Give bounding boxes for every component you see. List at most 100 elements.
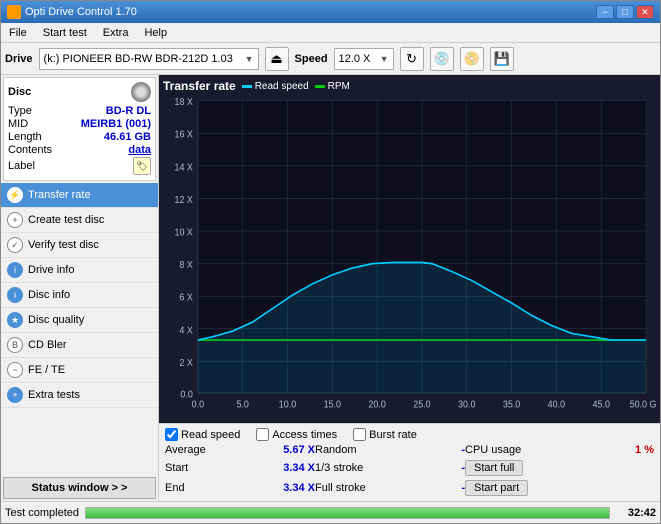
stat-average: Average 5.67 X [165,443,315,457]
read-speed-checkbox-label[interactable]: Read speed [165,428,240,441]
burst-rate-checkbox[interactable] [353,428,366,441]
access-times-checkbox[interactable] [256,428,269,441]
disc-button2[interactable]: 📀 [460,47,484,71]
nav-extra-tests[interactable]: + Extra tests [1,383,158,408]
access-times-checkbox-label[interactable]: Access times [256,428,337,441]
status-message: Test completed [5,507,79,519]
nav-disc-info[interactable]: i Disc info [1,283,158,308]
disc-button1[interactable]: 💿 [430,47,454,71]
svg-text:2 X: 2 X [179,357,193,369]
title-bar: Opti Drive Control 1.70 − □ ✕ [1,1,660,23]
stat-row-2: Start 3.34 X 1/3 stroke - Start full [165,459,654,477]
svg-text:45.0: 45.0 [593,399,610,411]
verify-test-disc-icon: ✓ [7,237,23,253]
average-value: 5.67 X [280,444,315,456]
stat-start: Start 3.34 X [165,459,315,477]
nav-verify-test-disc[interactable]: ✓ Verify test disc [1,233,158,258]
contents-label: Contents [8,144,52,156]
nav-transfer-rate[interactable]: ⚡ Transfer rate [1,183,158,208]
end-label: End [165,482,185,494]
svg-text:0.0: 0.0 [192,399,204,411]
status-window-button[interactable]: Status window > > [3,477,156,499]
nav-cd-bler[interactable]: B CD Bler [1,333,158,358]
minimize-button[interactable]: − [596,5,614,19]
svg-text:35.0: 35.0 [503,399,520,411]
nav-drive-info[interactable]: i Drive info [1,258,158,283]
svg-text:12 X: 12 X [174,194,193,206]
app-window: Opti Drive Control 1.70 − □ ✕ File Start… [0,0,661,524]
disc-section-title: Disc [8,86,31,98]
menu-file[interactable]: File [5,26,31,40]
app-title: Opti Drive Control 1.70 [25,6,137,18]
menu-bar: File Start test Extra Help [1,23,660,43]
app-icon [7,5,21,19]
burst-rate-checkbox-text: Burst rate [369,429,417,441]
nav-create-test-disc[interactable]: + Create test disc [1,208,158,233]
status-time: 32:42 [616,507,656,519]
svg-text:50.0 GB: 50.0 GB [630,399,656,411]
nav-disc-info-label: Disc info [28,289,70,301]
legend-read-speed: Read speed [242,81,309,92]
save-button[interactable]: 💾 [490,47,514,71]
nav-extra-tests-label: Extra tests [28,389,80,401]
close-button[interactable]: ✕ [636,5,654,19]
burst-rate-checkbox-label[interactable]: Burst rate [353,428,417,441]
stat-row-1: Average 5.67 X Random - CPU usage 1 % [165,443,654,457]
label-icon-button[interactable]: 🏷 [133,157,151,175]
svg-text:10.0: 10.0 [279,399,296,411]
start-full-button[interactable]: Start full [465,460,523,476]
stat-1-3-stroke: 1/3 stroke - [315,459,465,477]
drive-select[interactable]: (k:) PIONEER BD-RW BDR-212D 1.03 ▼ [39,48,259,70]
cpu-usage-value: 1 % [619,444,654,456]
stat-start-full-row: Start full [465,459,654,477]
body-area: Disc Type BD-R DL MID MEIRB1 (001) Lengt… [1,75,660,501]
svg-text:40.0: 40.0 [548,399,565,411]
toolbar: Drive (k:) PIONEER BD-RW BDR-212D 1.03 ▼… [1,43,660,75]
nav-fe-te[interactable]: ~ FE / TE [1,358,158,383]
length-value: 46.61 GB [104,131,151,143]
svg-text:5.0: 5.0 [236,399,248,411]
status-bar: Test completed 32:42 [1,501,660,523]
svg-text:6 X: 6 X [179,292,193,304]
speed-select[interactable]: 12.0 X ▼ [334,48,394,70]
transfer-rate-icon: ⚡ [7,187,23,203]
type-label: Type [8,105,32,117]
start-label: Start [165,462,188,474]
fe-te-icon: ~ [7,362,23,378]
menu-extra[interactable]: Extra [99,26,133,40]
legend-rpm-label: RPM [328,81,350,92]
start-part-button[interactable]: Start part [465,480,528,496]
svg-text:8 X: 8 X [179,260,193,272]
eject-button[interactable]: ⏏ [265,47,289,71]
chart-svg: 18 X 16 X 14 X 12 X 10 X 8 X 6 X 4 X 2 X… [163,95,656,421]
chart-title: Transfer rate [163,79,236,93]
svg-text:20.0: 20.0 [368,399,385,411]
legend-read-speed-dot [242,85,252,88]
chart-wrapper: Transfer rate Read speed RPM [159,75,660,423]
cd-bler-icon: B [7,337,23,353]
menu-help[interactable]: Help [140,26,171,40]
contents-value[interactable]: data [128,144,151,156]
window-buttons: − □ ✕ [596,5,654,19]
menu-start-test[interactable]: Start test [39,26,91,40]
random-label: Random [315,444,357,456]
full-stroke-label: Full stroke [315,482,366,494]
nav-transfer-rate-label: Transfer rate [28,189,91,201]
refresh-button[interactable]: ↻ [400,47,424,71]
read-speed-checkbox[interactable] [165,428,178,441]
drive-info-icon: i [7,262,23,278]
type-value: BD-R DL [106,105,151,117]
stat-end: End 3.34 X [165,479,315,497]
svg-text:16 X: 16 X [174,129,193,141]
cpu-usage-label: CPU usage [465,444,521,456]
read-speed-checkbox-text: Read speed [181,429,240,441]
maximize-button[interactable]: □ [616,5,634,19]
svg-text:18 X: 18 X [174,97,193,109]
speed-label: Speed [295,53,328,65]
create-test-disc-icon: + [7,212,23,228]
stat-full-stroke: Full stroke - [315,479,465,497]
full-stroke-value: - [430,482,465,494]
svg-text:15.0: 15.0 [324,399,341,411]
nav-disc-quality[interactable]: ★ Disc quality [1,308,158,333]
svg-text:25.0: 25.0 [413,399,430,411]
